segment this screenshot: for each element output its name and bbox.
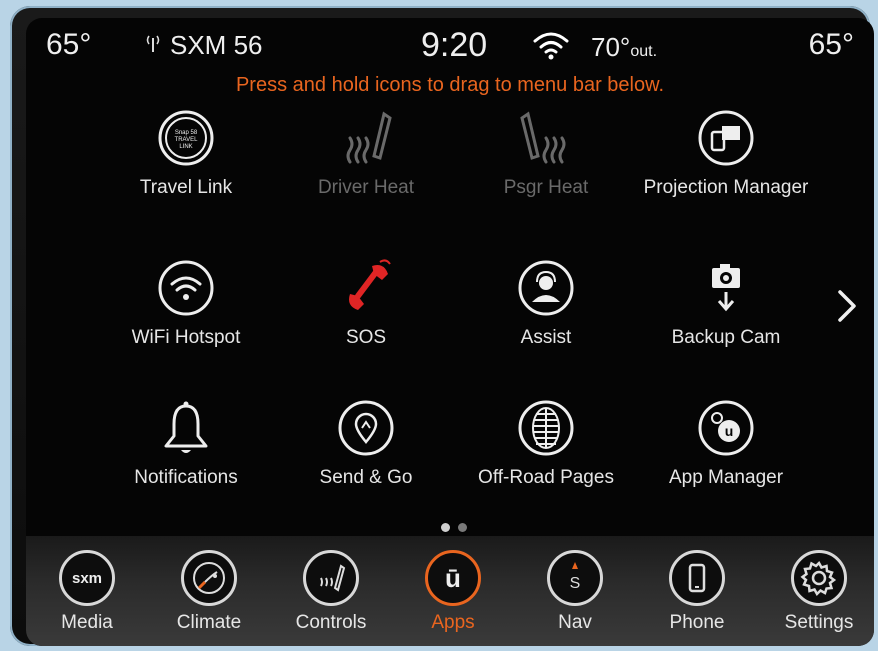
wifi-hotspot-icon [156, 258, 216, 318]
app-label: WiFi Hotspot [131, 327, 241, 348]
app-psgr-heat[interactable]: Psgr Heat [456, 108, 636, 200]
page-dot [458, 523, 467, 532]
passenger-seat-heat-icon [516, 108, 576, 168]
app-notifications[interactable]: Notifications [96, 398, 276, 490]
wifi-status-icon [531, 30, 571, 68]
menu-controls[interactable]: Controls [276, 550, 386, 634]
svg-text:u: u [725, 423, 734, 439]
app-manager-icon: u [696, 398, 756, 458]
driver-seat-heat-icon [336, 108, 396, 168]
outside-temp-value: 70° [591, 32, 631, 62]
app-sos[interactable]: SOS [276, 258, 456, 350]
outside-temp-unit: out. [630, 43, 658, 60]
app-label: Send & Go [319, 467, 413, 488]
nav-icon-text: S [570, 575, 581, 592]
app-label: Backup Cam [671, 327, 781, 348]
app-label: Assist [520, 327, 572, 348]
menu-phone[interactable]: Phone [642, 550, 752, 634]
svg-text:LINK: LINK [179, 144, 192, 150]
backup-camera-icon [696, 258, 756, 318]
menu-bar: sxm Media Climate Controls ū Apps S Nav … [26, 536, 874, 646]
menu-media[interactable]: sxm Media [32, 550, 142, 634]
antenna-icon [144, 34, 162, 57]
app-assist[interactable]: Assist [456, 258, 636, 350]
app-app-manager[interactable]: u App Manager [636, 398, 816, 490]
menu-label: Settings [784, 612, 854, 633]
radio-station-label: SXM 56 [170, 30, 263, 60]
menu-label: Climate [176, 612, 242, 633]
passenger-temp[interactable]: 65° [809, 28, 854, 62]
sos-phone-icon [336, 258, 396, 318]
app-label: Off-Road Pages [478, 467, 614, 488]
sxm-icon: sxm [59, 550, 115, 606]
off-road-tire-icon [516, 398, 576, 458]
menu-apps[interactable]: ū Apps [398, 550, 508, 634]
menu-nav[interactable]: S Nav [520, 550, 630, 634]
infotainment-screen: 65° SXM 56 9:20 70°out. 65° Press and ho… [26, 18, 874, 646]
clock: 9:20 [421, 26, 488, 64]
phone-icon [669, 550, 725, 606]
projection-manager-icon [696, 108, 756, 168]
app-label: Projection Manager [643, 177, 809, 198]
controls-icon [303, 550, 359, 606]
assist-icon [516, 258, 576, 318]
menu-label: Nav [558, 612, 592, 633]
nav-compass-icon: S [547, 550, 603, 606]
menu-label: Controls [295, 612, 367, 633]
menu-label: Phone [669, 612, 725, 633]
app-label: Travel Link [139, 177, 233, 198]
app-label: Notifications [134, 467, 238, 488]
app-off-road-pages[interactable]: Off-Road Pages [456, 398, 636, 490]
app-send-and-go[interactable]: Send & Go [276, 398, 456, 490]
app-label: App Manager [668, 467, 784, 488]
apps-icon-text: ū [445, 562, 461, 593]
menu-climate[interactable]: Climate [154, 550, 264, 634]
app-label: Psgr Heat [503, 177, 589, 198]
app-driver-heat[interactable]: Driver Heat [276, 108, 456, 200]
travel-link-icon: Snap 58 TRAVEL LINK [156, 108, 216, 168]
apps-icon: ū [425, 550, 481, 606]
menu-label: Media [61, 612, 113, 633]
status-bar: 65° SXM 56 9:20 70°out. 65° [26, 18, 874, 72]
sxm-icon-text: sxm [71, 569, 103, 587]
app-projection-manager[interactable]: Projection Manager [636, 108, 816, 200]
outside-temp: 70°out. [591, 32, 657, 63]
climate-icon [181, 550, 237, 606]
svg-text:TRAVEL: TRAVEL [175, 137, 199, 143]
bell-icon [156, 398, 216, 458]
driver-temp[interactable]: 65° [46, 28, 91, 62]
menu-settings[interactable]: Settings [764, 550, 874, 634]
display-bezel: 65° SXM 56 9:20 70°out. 65° Press and ho… [10, 6, 874, 646]
gear-icon [791, 550, 847, 606]
app-label: Driver Heat [317, 177, 415, 198]
drag-hint: Press and hold icons to drag to menu bar… [235, 74, 665, 96]
menu-label: Apps [431, 612, 475, 633]
app-label: SOS [345, 327, 387, 348]
page-indicator [441, 523, 467, 532]
radio-station[interactable]: SXM 56 [144, 30, 263, 61]
app-travel-link[interactable]: Snap 58 TRAVEL LINK Travel Link [96, 108, 276, 200]
svg-text:Snap 58: Snap 58 [175, 130, 198, 136]
app-wifi-hotspot[interactable]: WiFi Hotspot [96, 258, 276, 350]
app-backup-cam[interactable]: Backup Cam [636, 258, 816, 350]
page-dot-active [441, 523, 450, 532]
next-page-chevron-icon[interactable] [832, 286, 862, 326]
send-and-go-icon [336, 398, 396, 458]
